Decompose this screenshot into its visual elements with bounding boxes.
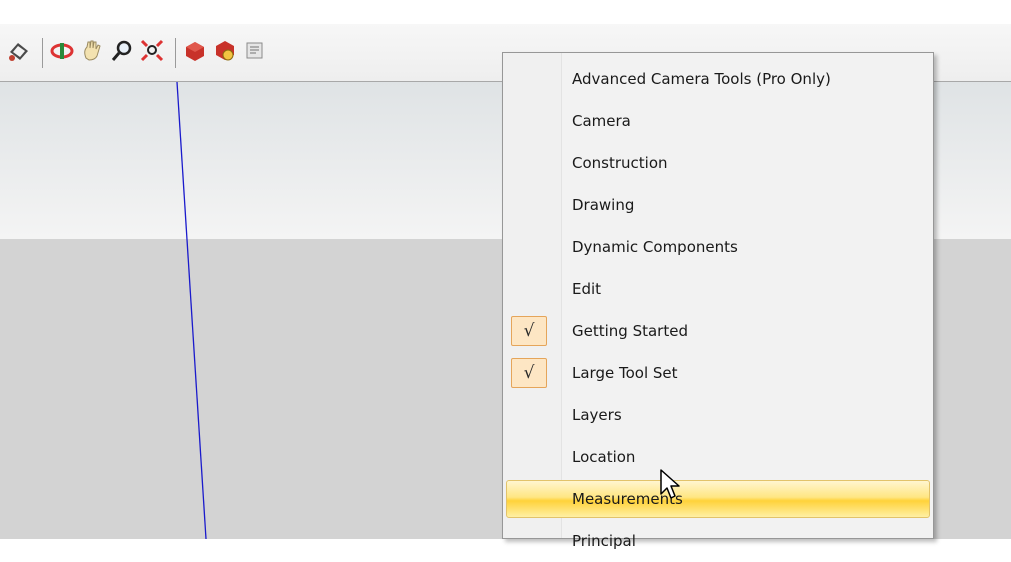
menu-item-label: Getting Started bbox=[572, 322, 688, 340]
menu-item[interactable]: Edit bbox=[503, 268, 933, 310]
extension-warehouse-icon[interactable] bbox=[242, 38, 268, 64]
menu-item-label: Layers bbox=[572, 406, 622, 424]
zoom-icon[interactable] bbox=[109, 38, 135, 64]
menu-item-label: Location bbox=[572, 448, 636, 466]
menu-item[interactable]: Advanced Camera Tools (Pro Only) bbox=[503, 58, 933, 100]
title-bar-area bbox=[0, 0, 1011, 24]
menu-item[interactable]: Camera bbox=[503, 100, 933, 142]
mouse-cursor-icon bbox=[660, 469, 680, 499]
menu-item-label: Principal bbox=[572, 532, 636, 550]
menu-item[interactable]: √ Getting Started bbox=[503, 310, 933, 352]
menu-item-label: Camera bbox=[572, 112, 631, 130]
menu-item[interactable]: Construction bbox=[503, 142, 933, 184]
menu-item[interactable]: Principal bbox=[503, 520, 933, 562]
menu-item[interactable]: Drawing bbox=[503, 184, 933, 226]
toolbar-buttons bbox=[6, 30, 272, 80]
menu-item-label: Construction bbox=[572, 154, 668, 172]
menu-item-label: Edit bbox=[572, 280, 602, 298]
menu-item[interactable]: Dynamic Components bbox=[503, 226, 933, 268]
paint-bucket-icon[interactable] bbox=[6, 38, 32, 64]
menu-item-label: Drawing bbox=[572, 196, 635, 214]
menu-item-label: Dynamic Components bbox=[572, 238, 738, 256]
toolbar-separator bbox=[42, 38, 43, 68]
toolbars-context-menu: Advanced Camera Tools (Pro Only) Camera Co… bbox=[502, 52, 934, 550]
orbit-icon[interactable] bbox=[49, 38, 75, 64]
get-models-icon[interactable] bbox=[182, 38, 208, 64]
toolbar-separator bbox=[175, 38, 176, 68]
share-model-icon[interactable] bbox=[212, 38, 238, 64]
menu-item[interactable]: Location bbox=[503, 436, 933, 478]
pan-icon[interactable] bbox=[79, 38, 105, 64]
menu-item[interactable]: Measurements bbox=[503, 478, 933, 520]
checkmark-icon: √ bbox=[511, 316, 547, 346]
menu-item[interactable]: Layers bbox=[503, 394, 933, 436]
menu-item-label: Advanced Camera Tools (Pro Only) bbox=[572, 70, 831, 88]
menu-item[interactable]: √ Large Tool Set bbox=[503, 352, 933, 394]
menu-item-highlight bbox=[506, 480, 930, 518]
menu-item-label: Large Tool Set bbox=[572, 364, 678, 382]
zoom-extents-icon[interactable] bbox=[139, 38, 165, 64]
checkmark-icon: √ bbox=[511, 358, 547, 388]
